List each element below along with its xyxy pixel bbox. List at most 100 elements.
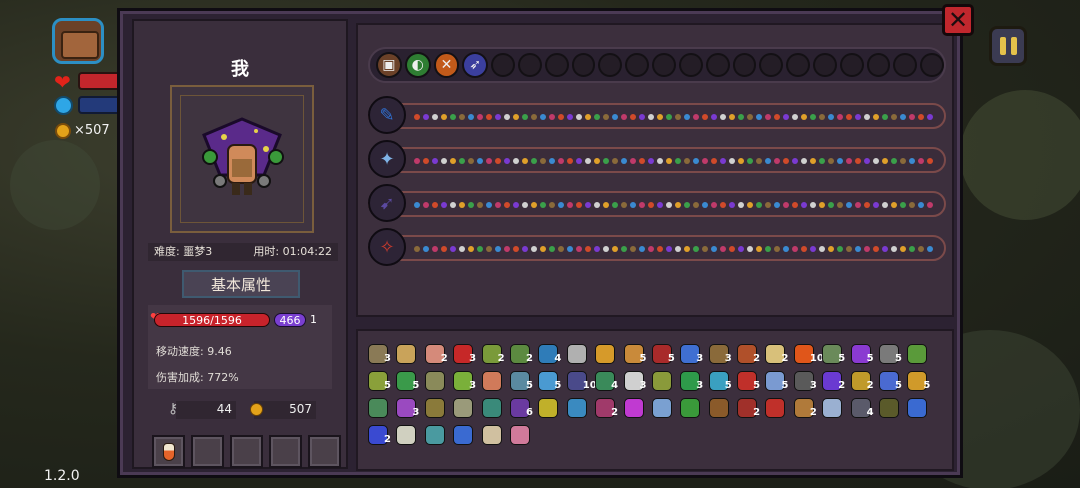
inventory-item[interactable]: 5 — [394, 370, 422, 394]
inventory-item[interactable]: 5 — [536, 370, 564, 394]
inventory-item[interactable] — [451, 424, 479, 448]
empty-slot[interactable] — [308, 435, 341, 468]
inventory-item[interactable]: 3 — [678, 370, 706, 394]
inventory-item[interactable]: 2 — [480, 343, 508, 367]
empty-weapon-slot[interactable] — [598, 53, 623, 77]
empty-weapon-slot[interactable] — [678, 53, 703, 77]
inventory-item[interactable]: 2 — [366, 424, 394, 448]
inventory-item[interactable]: 5 — [366, 370, 394, 394]
staff-row-ice-staff[interactable]: ✎ — [368, 96, 946, 134]
inventory-item[interactable]: 5 — [707, 370, 735, 394]
inventory-item[interactable]: 5 — [622, 343, 650, 367]
inventory-item[interactable] — [451, 397, 479, 421]
inventory-item[interactable]: 5 — [849, 343, 877, 367]
inventory-item[interactable]: 3 — [707, 343, 735, 367]
empty-slot[interactable] — [230, 435, 263, 468]
inventory-item[interactable] — [565, 397, 593, 421]
inventory-item[interactable] — [650, 370, 678, 394]
inventory-item[interactable] — [593, 343, 621, 367]
inventory-item[interactable]: 3 — [792, 370, 820, 394]
inventory-item[interactable]: 5 — [508, 370, 536, 394]
arrow-icon[interactable]: ➶ — [462, 52, 489, 78]
inventory-chest-button[interactable] — [52, 18, 104, 64]
inventory-item[interactable]: 3 — [678, 343, 706, 367]
empty-weapon-slot[interactable] — [571, 53, 596, 77]
bow-icon[interactable]: ◐ — [404, 52, 431, 78]
empty-weapon-slot[interactable] — [786, 53, 810, 77]
inventory-item[interactable]: 4 — [593, 370, 621, 394]
pause-button[interactable] — [989, 26, 1027, 66]
close-button[interactable]: ✕ — [942, 4, 974, 36]
empty-weapon-slot[interactable] — [812, 53, 837, 77]
inventory-item[interactable] — [394, 424, 422, 448]
staff-row-crystal-staff[interactable]: ✦ — [368, 140, 946, 178]
inventory-item[interactable]: 5 — [820, 343, 848, 367]
inventory-item[interactable]: 2 — [849, 370, 877, 394]
inventory-item[interactable]: 10 — [565, 370, 597, 394]
inventory-item[interactable]: 2 — [423, 343, 451, 367]
inventory-item[interactable]: 2 — [820, 370, 848, 394]
inventory-item[interactable] — [480, 370, 508, 394]
inventory-item[interactable]: 3 — [622, 370, 650, 394]
inventory-item[interactable]: 5 — [735, 370, 763, 394]
empty-weapon-slot[interactable] — [893, 53, 918, 77]
inventory-item[interactable]: 2 — [735, 397, 763, 421]
inventory-item[interactable]: 2 — [792, 397, 820, 421]
inventory-item[interactable] — [678, 397, 706, 421]
empty-slot[interactable] — [269, 435, 302, 468]
crossbow-icon[interactable]: ✕ — [433, 52, 460, 78]
potion-slot[interactable] — [152, 435, 185, 468]
inventory-item[interactable]: 5 — [650, 343, 678, 367]
inventory-item[interactable]: 4 — [849, 397, 877, 421]
staff-row-fire-staff[interactable]: ✧ — [368, 228, 946, 266]
inventory-item[interactable]: 5 — [763, 370, 791, 394]
inventory-item[interactable]: 3 — [451, 343, 479, 367]
inventory-item[interactable] — [877, 397, 905, 421]
inventory-item[interactable] — [650, 397, 678, 421]
staff-row-spear-staff[interactable]: ➹ — [368, 184, 946, 222]
chest-icon[interactable]: ▣ — [376, 52, 402, 78]
inventory-item[interactable]: 4 — [536, 343, 564, 367]
empty-weapon-slot[interactable] — [544, 53, 569, 77]
inventory-item[interactable]: 5 — [877, 370, 905, 394]
inventory-item[interactable] — [366, 397, 394, 421]
empty-slot[interactable] — [191, 435, 224, 468]
inventory-item[interactable] — [622, 397, 650, 421]
empty-weapon-slot[interactable] — [491, 53, 515, 77]
basic-attributes-tab[interactable]: 基本属性 — [182, 270, 300, 298]
inventory-item[interactable] — [536, 397, 564, 421]
inventory-item[interactable] — [565, 343, 593, 367]
inventory-item[interactable]: 2 — [763, 343, 791, 367]
empty-weapon-slot[interactable] — [625, 53, 650, 77]
inventory-item[interactable] — [820, 397, 848, 421]
inventory-item[interactable] — [480, 397, 508, 421]
empty-weapon-slot[interactable] — [732, 53, 757, 77]
inventory-item[interactable]: 3 — [366, 343, 394, 367]
inventory-item[interactable] — [423, 424, 451, 448]
inventory-item[interactable] — [480, 424, 508, 448]
inventory-item[interactable]: 2 — [593, 397, 621, 421]
inventory-item[interactable]: 3 — [451, 370, 479, 394]
inventory-item[interactable] — [508, 424, 536, 448]
empty-weapon-slot[interactable] — [920, 53, 944, 77]
inventory-item[interactable] — [905, 397, 933, 421]
inventory-item[interactable]: 3 — [394, 397, 422, 421]
inventory-item[interactable] — [763, 397, 791, 421]
empty-weapon-slot[interactable] — [518, 53, 542, 77]
inventory-item[interactable]: 5 — [877, 343, 905, 367]
empty-weapon-slot[interactable] — [652, 53, 676, 77]
inventory-item[interactable] — [707, 397, 735, 421]
empty-weapon-slot[interactable] — [866, 53, 891, 77]
inventory-item[interactable] — [423, 370, 451, 394]
inventory-item[interactable]: 2 — [508, 343, 536, 367]
empty-weapon-slot[interactable] — [705, 53, 730, 77]
inventory-item[interactable] — [394, 343, 422, 367]
inventory-item[interactable]: 10 — [792, 343, 824, 367]
inventory-item[interactable]: 5 — [905, 370, 933, 394]
inventory-item[interactable] — [905, 343, 933, 367]
empty-weapon-slot[interactable] — [839, 53, 864, 77]
inventory-item[interactable]: 2 — [735, 343, 763, 367]
inventory-item[interactable] — [423, 397, 451, 421]
empty-weapon-slot[interactable] — [759, 53, 784, 77]
inventory-item[interactable]: 6 — [508, 397, 536, 421]
